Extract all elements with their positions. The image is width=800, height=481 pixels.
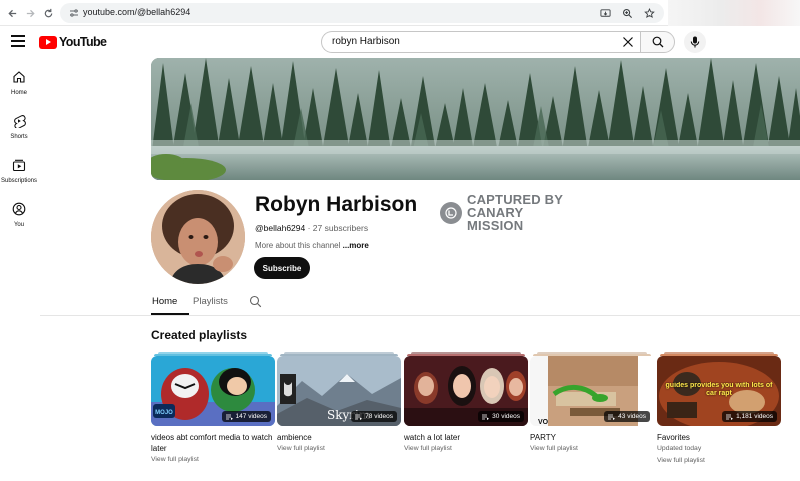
forward-button[interactable] <box>21 4 39 22</box>
meta-separator: · <box>305 223 313 233</box>
subscriber-count: 27 subscribers <box>312 223 369 233</box>
active-tab-indicator <box>151 313 189 315</box>
voice-search-button[interactable] <box>684 31 706 53</box>
bookmark-star-icon[interactable] <box>642 6 656 20</box>
playlist-icon <box>482 414 490 420</box>
search-query[interactable]: robyn Harbison <box>332 36 400 47</box>
video-count-badge: 43 videos <box>604 411 650 422</box>
microphone-icon <box>690 36 700 48</box>
guide-item-home[interactable]: Home <box>0 70 38 96</box>
reload-button[interactable] <box>39 4 57 22</box>
guide-item-shorts[interactable]: Shorts <box>0 114 38 140</box>
you-icon <box>12 202 26 216</box>
more-link[interactable]: ...more <box>343 241 369 250</box>
video-count: 147 videos <box>235 413 267 420</box>
thumb-caption: guides provides you with lots of car rap… <box>665 382 773 397</box>
video-count: 30 videos <box>492 413 520 420</box>
channel-avatar[interactable] <box>151 190 245 284</box>
logo-text: YouTube <box>59 35 107 49</box>
guide-item-subscriptions[interactable]: Subscriptions <box>0 158 38 184</box>
watermark-text: CAPTURED BY CANARY MISSION <box>467 192 563 233</box>
guide-label: Home <box>10 90 27 96</box>
address-url[interactable]: youtube.com/@bellah6294 <box>83 7 190 17</box>
tab-home[interactable]: Home <box>152 296 177 307</box>
view-full-playlist-link[interactable]: View full playlist <box>530 445 578 452</box>
video-count-badge: 1,181 videos <box>722 411 777 422</box>
playlist-updated: Updated today <box>657 445 702 452</box>
search-button[interactable] <box>640 31 675 53</box>
playlist-icon <box>608 414 616 420</box>
section-title: Created playlists <box>151 328 248 342</box>
address-bar[interactable]: youtube.com/@bellah6294 <box>60 3 664 23</box>
canary-seal-icon <box>440 201 462 224</box>
channel-banner <box>151 58 800 180</box>
video-count: 1,181 videos <box>736 413 773 420</box>
thumb-caption: VO <box>538 419 549 426</box>
playlist-title[interactable]: videos abt comfort media to watch later <box>151 432 275 454</box>
view-full-playlist-link[interactable]: View full playlist <box>277 445 325 452</box>
site-settings-icon[interactable] <box>67 6 81 20</box>
playlist-icon <box>225 414 233 420</box>
playlist-thumbnail[interactable]: guides provides you with lots of car rap… <box>657 356 781 426</box>
guide-label: Subscriptions <box>0 178 38 184</box>
thumb-caption: MOJO <box>155 410 173 416</box>
channel-tabs: Home Playlists <box>40 290 800 316</box>
playlist-thumbnail[interactable]: MOJO 147 videos <box>151 356 275 426</box>
shorts-icon <box>14 115 26 128</box>
view-full-playlist-link[interactable]: View full playlist <box>404 445 452 452</box>
subscribe-button[interactable]: Subscribe <box>254 257 310 279</box>
home-icon <box>13 71 25 83</box>
masthead: YouTube robyn Harbison <box>0 26 800 58</box>
tab-playlists[interactable]: Playlists <box>193 296 228 307</box>
playlist-icon <box>355 414 363 420</box>
blurred-tab-area <box>668 0 800 26</box>
subscriptions-icon <box>12 159 26 172</box>
video-count-badge: 147 videos <box>221 411 271 422</box>
playlist-thumbnail[interactable]: 30 videos <box>404 356 528 426</box>
video-count-badge: 78 videos <box>351 411 397 422</box>
browser-toolbar: youtube.com/@bellah6294 <box>0 0 800 26</box>
channel-name: Robyn Harbison <box>255 193 418 216</box>
guide-item-you[interactable]: You <box>0 202 38 228</box>
video-count: 78 videos <box>365 413 393 420</box>
playlist-title[interactable]: Favorites <box>657 432 781 443</box>
channel-search-icon[interactable] <box>249 295 262 308</box>
menu-icon[interactable] <box>11 35 25 47</box>
playlist-thumbnail[interactable]: VO 43 videos <box>530 356 654 426</box>
youtube-logo[interactable]: YouTube <box>39 35 107 49</box>
clear-search-icon[interactable] <box>621 35 635 49</box>
install-app-icon[interactable] <box>598 6 612 20</box>
captured-by-watermark: CAPTURED BY CANARY MISSION <box>440 193 582 232</box>
video-count-badge: 30 videos <box>478 411 524 422</box>
playlist-title[interactable]: watch a lot later <box>404 432 528 443</box>
view-full-playlist-link[interactable]: View full playlist <box>151 456 199 463</box>
video-count: 43 videos <box>618 413 646 420</box>
guide-label: You <box>13 222 25 228</box>
about-text[interactable]: More about this channel <box>255 241 340 250</box>
channel-meta: @bellah6294 · 27 subscribers <box>255 223 368 233</box>
youtube-play-icon <box>39 35 57 49</box>
playlist-title[interactable]: ambience <box>277 432 401 443</box>
back-button[interactable] <box>3 4 21 22</box>
zoom-icon[interactable] <box>620 6 634 20</box>
guide-label: Shorts <box>10 134 28 140</box>
playlist-icon <box>726 414 734 420</box>
playlist-thumbnail[interactable]: Skyrim 78 videos <box>277 356 401 426</box>
search-input[interactable]: robyn Harbison <box>321 31 641 53</box>
search-icon <box>652 36 663 48</box>
view-full-playlist-link[interactable]: View full playlist <box>657 457 705 464</box>
channel-handle: @bellah6294 <box>255 223 306 233</box>
channel-about[interactable]: More about this channel ...more <box>255 241 369 250</box>
playlist-title[interactable]: PARTY <box>530 432 654 443</box>
